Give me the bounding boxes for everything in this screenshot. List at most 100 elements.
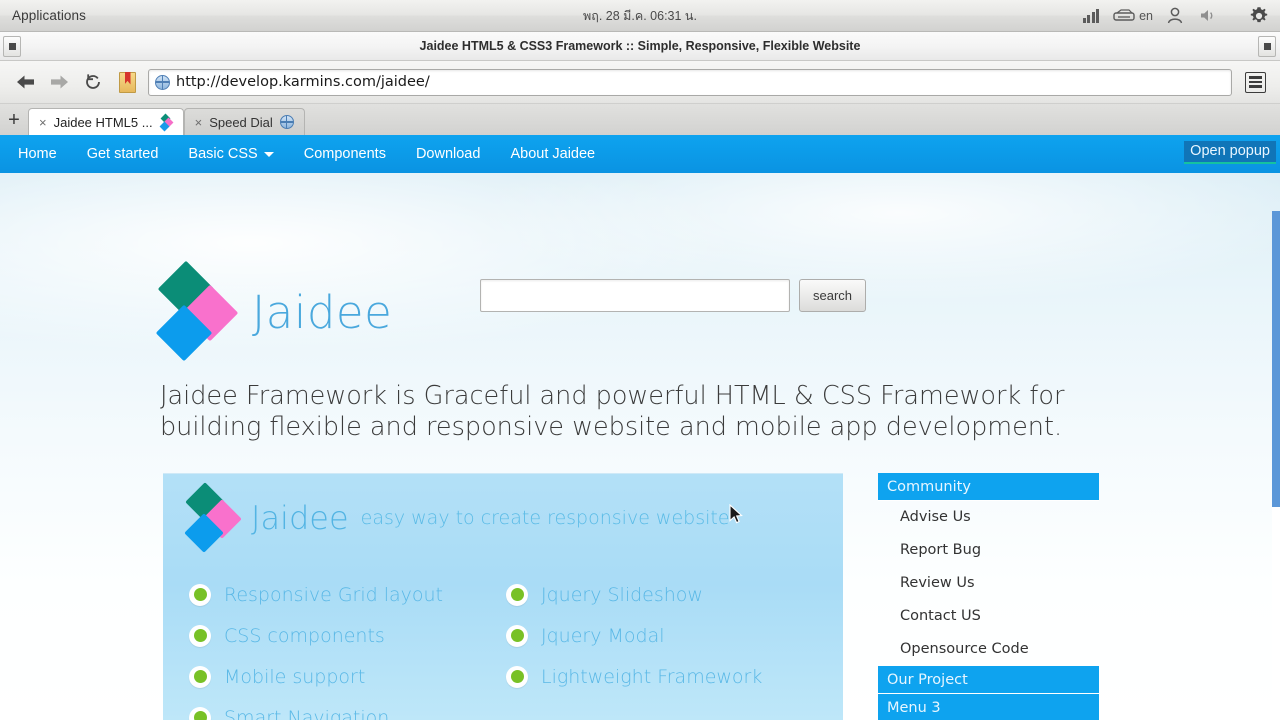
nav-item-download[interactable]: Download	[401, 135, 496, 173]
bullet-icon	[506, 625, 528, 647]
search-input[interactable]	[480, 279, 790, 312]
sidebar-item-report-bug[interactable]: Report Bug	[878, 534, 1099, 567]
list-item[interactable]: Responsive Grid layout	[189, 574, 506, 615]
tab-jaidee[interactable]: × Jaidee HTML5 ...	[28, 108, 184, 135]
url-bar[interactable]: http://develop.karmins.com/jaidee/	[148, 69, 1232, 96]
nav-item-home[interactable]: Home	[0, 135, 72, 173]
list-item[interactable]: CSS components	[189, 615, 506, 656]
keyboard-layout-indicator[interactable]: en	[1109, 0, 1157, 31]
bullet-icon	[189, 707, 211, 720]
sidebar-item-contact-us[interactable]: Contact US	[878, 600, 1099, 633]
tab-label: Speed Dial	[209, 115, 273, 130]
url-text[interactable]: http://develop.karmins.com/jaidee/	[176, 74, 430, 90]
bookmark-icon	[119, 72, 136, 93]
sidebar-item-opensource-code[interactable]: Opensource Code	[878, 633, 1099, 666]
sidebar-item-advise-us[interactable]: Advise Us	[878, 501, 1099, 534]
search-form: search	[480, 279, 866, 312]
page-scrollbar[interactable]	[1272, 211, 1280, 720]
forward-arrow-icon	[49, 74, 70, 90]
nav-label: Basic CSS	[188, 135, 257, 173]
page-globe-icon	[155, 75, 170, 90]
nav-item-get-started[interactable]: Get started	[72, 135, 174, 173]
nav-label: About Jaidee	[510, 135, 595, 173]
tab-close-icon[interactable]: ×	[195, 115, 203, 130]
sidebar-header-menu-3[interactable]: Menu 3	[878, 694, 1099, 720]
window-maximize-button[interactable]	[1258, 36, 1276, 57]
window-menu-glyph	[9, 43, 16, 50]
jaidee-diamonds-icon	[187, 487, 241, 549]
page-menu-button[interactable]	[1238, 65, 1272, 99]
search-button[interactable]: search	[799, 279, 866, 312]
list-item[interactable]: Jquery Modal	[506, 615, 823, 656]
list-item[interactable]: Lightweight Framework	[506, 656, 823, 697]
globe-favicon	[280, 115, 294, 129]
feature-label: Lightweight Framework	[541, 666, 762, 688]
list-item[interactable]: Jquery Slideshow	[506, 574, 823, 615]
site-logo[interactable]: Jaidee	[160, 268, 392, 356]
reload-icon	[83, 72, 103, 92]
window-menu-button[interactable]	[3, 36, 21, 57]
sidebar-menu: Community Advise Us Report Bug Review Us…	[878, 473, 1099, 720]
applications-menu[interactable]: Applications	[0, 0, 96, 31]
back-button[interactable]	[8, 65, 42, 99]
feature-label: Jquery Slideshow	[541, 584, 703, 606]
page-scrollbar-thumb[interactable]	[1272, 211, 1280, 507]
window-titlebar: Jaidee HTML5 & CSS3 Framework :: Simple,…	[0, 32, 1280, 61]
keyboard-language-label: en	[1139, 9, 1153, 23]
slideshow-header: Jaidee easy way to create responsive web…	[187, 487, 730, 549]
jaidee-diamonds-icon	[160, 268, 236, 356]
reload-button[interactable]	[76, 65, 110, 99]
os-top-panel: Applications พฤ. 28 มี.ค. 06:31 น. en	[0, 0, 1280, 32]
feature-label: CSS components	[224, 625, 385, 647]
tab-speed-dial[interactable]: × Speed Dial	[184, 108, 305, 135]
bullet-icon	[189, 625, 211, 647]
open-popup-link[interactable]: Open popup	[1184, 141, 1276, 164]
slideshow-feature-list: Responsive Grid layout CSS components Mo…	[189, 574, 823, 720]
feature-column-right: Jquery Slideshow Jquery Modal Lightweigh…	[506, 574, 823, 720]
window-title: Jaidee HTML5 & CSS3 Framework :: Simple,…	[420, 39, 861, 53]
slideshow-brand: Jaidee	[251, 499, 349, 537]
bookmark-button[interactable]	[110, 65, 144, 99]
hero-section: Jaidee search Jaidee Framework is Gracef…	[0, 173, 1280, 720]
bullet-icon	[506, 584, 528, 606]
system-tray: en	[1076, 0, 1280, 31]
back-arrow-icon	[15, 74, 36, 90]
gear-icon[interactable]	[1244, 0, 1274, 31]
jaidee-favicon	[160, 115, 173, 130]
hero-headline: Jaidee Framework is Graceful and powerfu…	[160, 381, 1125, 443]
browser-tabbar: + × Jaidee HTML5 ... × Speed Dial	[0, 104, 1280, 135]
volume-icon[interactable]	[1193, 0, 1223, 31]
tab-label: Jaidee HTML5 ...	[54, 115, 153, 130]
nav-item-about-jaidee[interactable]: About Jaidee	[495, 135, 610, 173]
list-menu-icon	[1245, 72, 1266, 93]
tab-close-icon[interactable]: ×	[39, 115, 47, 130]
slideshow-tagline: easy way to create responsive website	[361, 507, 730, 529]
mouse-cursor	[729, 504, 743, 525]
keyboard-icon	[1113, 9, 1135, 22]
feature-label: Smart Navigation	[224, 707, 389, 720]
new-tab-button[interactable]: +	[0, 104, 28, 135]
list-item[interactable]: Smart Navigation	[189, 697, 506, 720]
nav-label: Get started	[87, 135, 159, 173]
list-item[interactable]: Mobile support	[189, 656, 506, 697]
sidebar-header-our-project[interactable]: Our Project	[878, 666, 1099, 694]
feature-label: Responsive Grid layout	[224, 584, 443, 606]
nav-item-basic-css[interactable]: Basic CSS	[173, 135, 288, 173]
bullet-icon	[189, 666, 211, 688]
feature-label: Mobile support	[224, 666, 365, 688]
sidebar-item-review-us[interactable]: Review Us	[878, 567, 1099, 600]
feature-column-left: Responsive Grid layout CSS components Mo…	[189, 574, 506, 720]
sidebar-header-community[interactable]: Community	[878, 473, 1099, 501]
user-icon[interactable]	[1160, 0, 1190, 31]
bullet-icon	[189, 584, 211, 606]
forward-button[interactable]	[42, 65, 76, 99]
chevron-down-icon	[264, 152, 274, 157]
site-navigation: Home Get started Basic CSS Components Do…	[0, 135, 1280, 173]
signal-bars-icon[interactable]	[1076, 0, 1106, 31]
brand-name: Jaidee	[252, 286, 392, 339]
nav-label: Home	[18, 135, 57, 173]
feature-label: Jquery Modal	[541, 625, 665, 647]
nav-label: Components	[304, 135, 386, 173]
nav-item-components[interactable]: Components	[289, 135, 401, 173]
browser-toolbar: http://develop.karmins.com/jaidee/	[0, 61, 1280, 104]
